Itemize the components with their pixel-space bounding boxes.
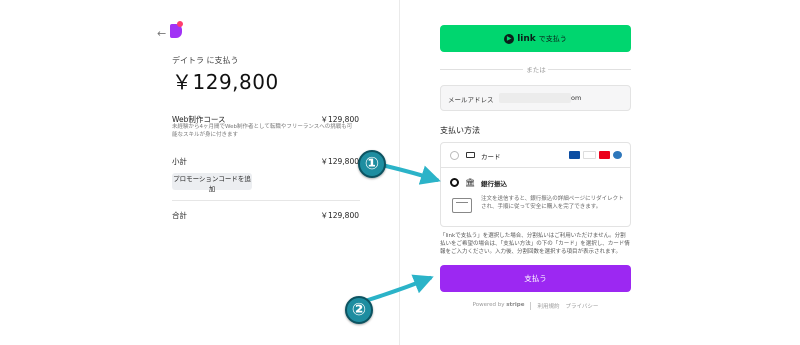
card-label: カード	[481, 153, 501, 161]
link-wordmark: link	[517, 33, 536, 44]
subtotal-value: ￥129,800	[320, 157, 359, 166]
merchant-logo-dot	[177, 21, 183, 27]
divider	[172, 200, 360, 201]
total-value: ￥129,800	[320, 211, 359, 220]
credit-card-icon	[466, 152, 475, 158]
email-label: メールアドレス	[448, 96, 494, 104]
item-description: 未経験から4ヶ月間でWeb制作者として転職やフリーランスへの挑戦も可能なスキルが…	[172, 124, 353, 138]
divider	[548, 69, 631, 70]
checkout-page: ← デイトラ に支払う ￥129,800 Web制作コース ￥129,800 未…	[0, 0, 800, 345]
payment-method-options: カード 🏛 銀行振込 注文を送信すると、銀行振込の詳細ページにリダイレクトされ、…	[440, 142, 631, 227]
visa-icon	[583, 151, 596, 159]
stripe-logo: stripe	[506, 302, 525, 308]
pay-to-label: デイトラ に支払う	[172, 56, 239, 65]
email-value-suffix: om	[571, 94, 582, 102]
card-brand-logos	[569, 151, 622, 159]
footer-separator	[530, 302, 532, 310]
pay-button[interactable]: 支払う	[440, 265, 631, 292]
bank-transfer-radio[interactable]	[450, 178, 459, 187]
total-label: 合計	[172, 211, 187, 220]
bank-transfer-description: 注文を送信すると、銀行振込の詳細ページにリダイレクトされ、手順に従って安全に購入…	[481, 196, 624, 210]
bank-icon: 🏛	[465, 178, 476, 187]
installment-note: 「linkで支払う」を選択した場合、分割払いはご利用いただけません。分割払いをご…	[440, 233, 630, 255]
or-separator: または	[526, 66, 546, 74]
mastercard-icon	[599, 151, 610, 159]
privacy-link[interactable]: プライバシー	[565, 302, 598, 310]
email-redacted	[499, 93, 571, 103]
email-field[interactable]: メールアドレス om	[440, 85, 631, 111]
arrow-left-icon[interactable]: ←	[157, 27, 166, 40]
powered-by-text: Powered by	[472, 302, 505, 308]
payment-panel: ▶ link で支払う または メールアドレス om 支払い方法 カード 🏛 銀…	[400, 0, 800, 345]
payment-option-card[interactable]: カード	[441, 143, 630, 168]
order-summary-panel: ← デイトラ に支払う ￥129,800 Web制作コース ￥129,800 未…	[0, 0, 400, 345]
powered-by[interactable]: Powered by stripe	[473, 302, 525, 310]
annotation-badge-2: ②	[345, 296, 373, 324]
link-pay-button[interactable]: ▶ link で支払う	[440, 25, 631, 52]
browser-redirect-icon	[452, 198, 472, 213]
add-promo-code-button[interactable]: プロモーションコードを追加	[172, 173, 252, 193]
amex-icon	[613, 151, 622, 159]
payment-method-title: 支払い方法	[440, 126, 480, 135]
terms-link[interactable]: 利用規約	[537, 302, 559, 310]
bank-transfer-label[interactable]: 銀行振込	[481, 178, 507, 188]
link-arrow-icon: ▶	[504, 33, 515, 44]
annotation-badge-1: ①	[358, 150, 386, 178]
subtotal-label: 小計	[172, 157, 187, 166]
total-amount: ￥129,800	[172, 70, 279, 94]
jcb-icon	[569, 151, 580, 159]
footer: Powered by stripe 利用規約 プライバシー	[440, 302, 631, 310]
card-radio[interactable]	[450, 151, 459, 160]
link-pay-label: で支払う	[538, 34, 567, 43]
